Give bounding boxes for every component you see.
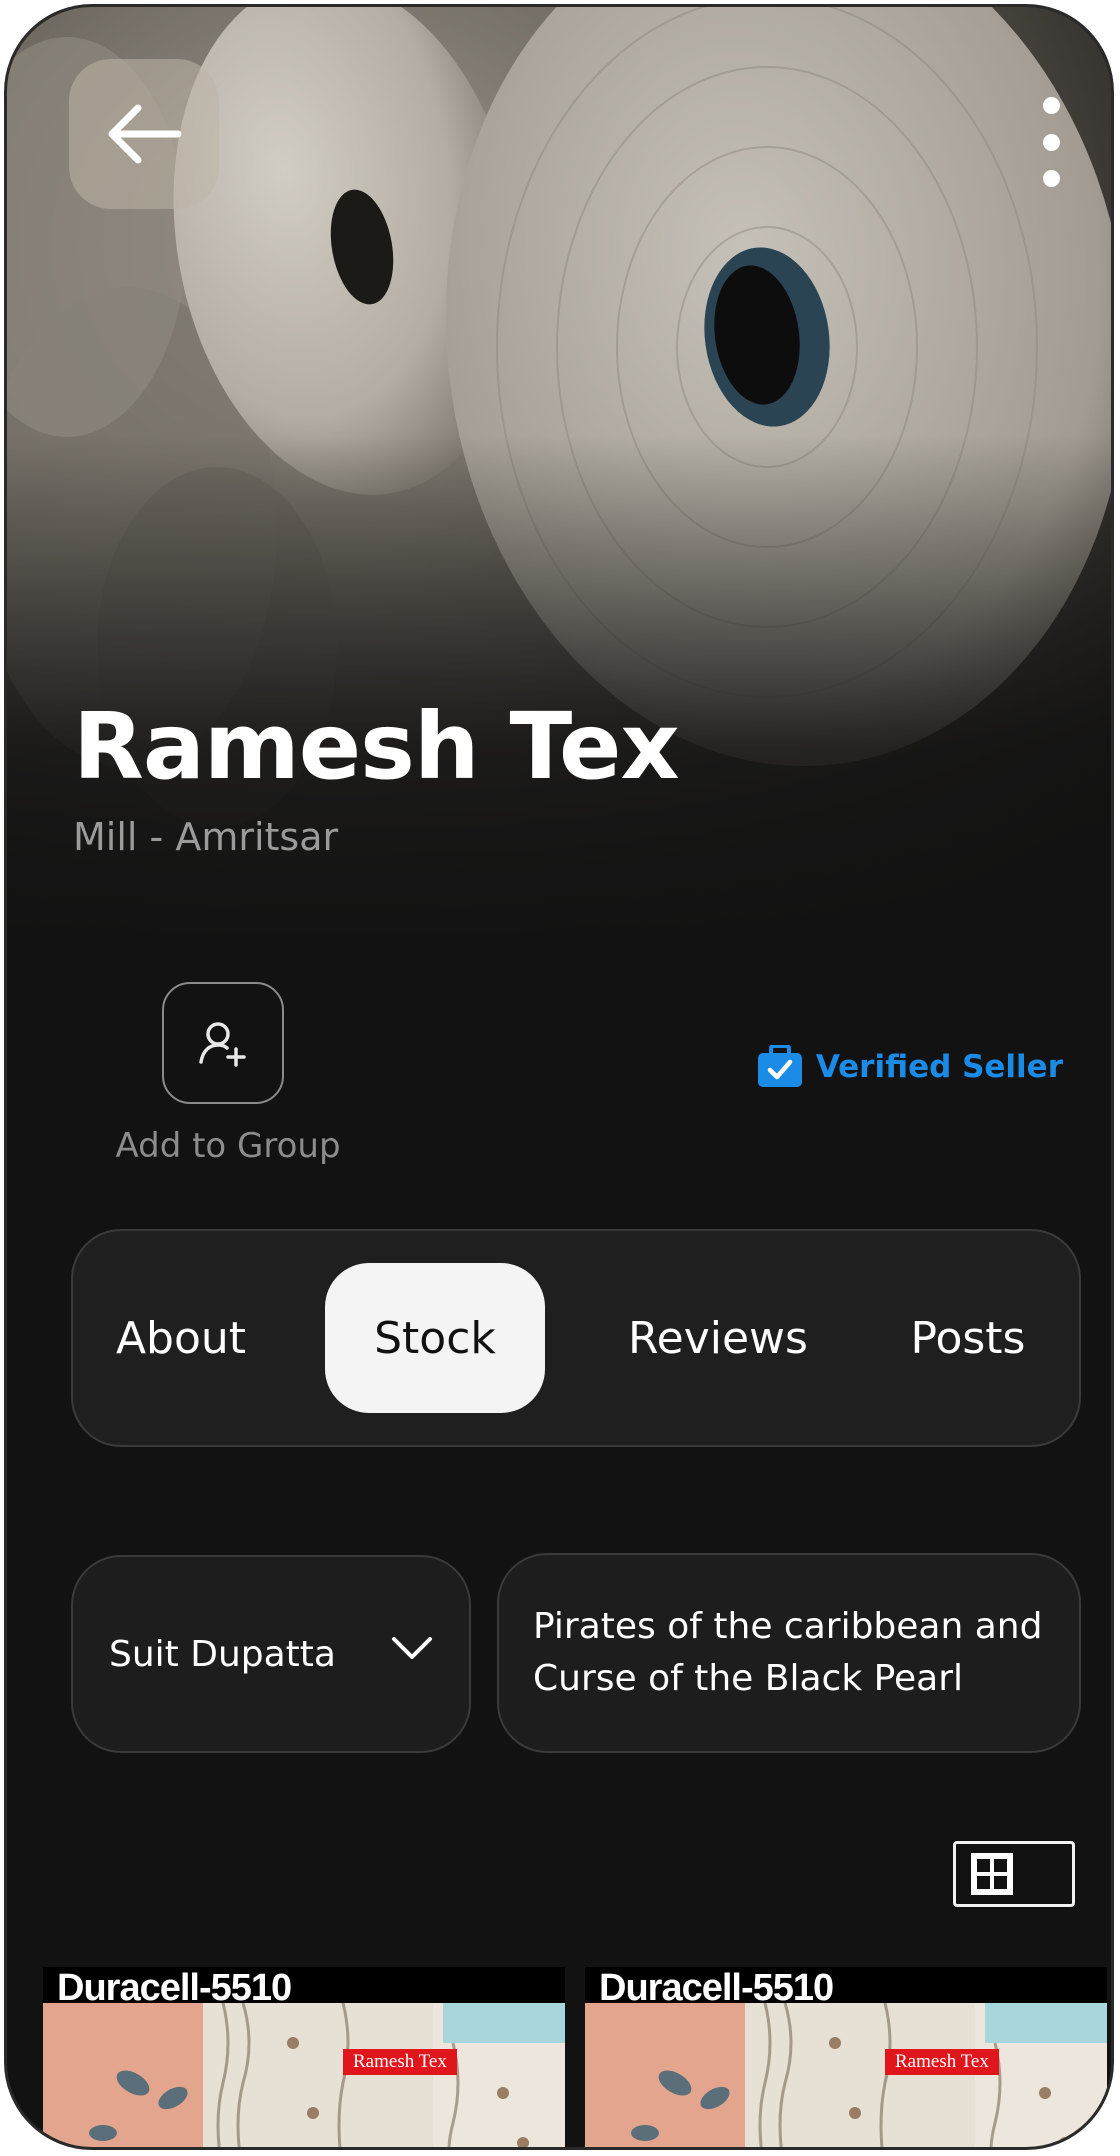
product-code: Duracell-5510 <box>43 1967 565 2009</box>
product-card[interactable]: Duracell-5510 Ramesh Tex <box>43 1967 565 2147</box>
add-to-group-button[interactable]: Add to Group <box>113 982 343 1166</box>
tab-posts[interactable]: Posts <box>888 1263 1048 1413</box>
profile-tabs: About Stock Reviews Posts <box>71 1229 1081 1447</box>
product-code: Duracell-5510 <box>585 1967 1107 2009</box>
product-image <box>43 2003 565 2147</box>
verified-badge-icon <box>757 1045 802 1087</box>
add-to-group-label: Add to Group <box>115 1126 341 1166</box>
category-value: Suit Dupatta <box>109 1633 336 1675</box>
verified-seller-badge: Verified Seller <box>756 1045 1063 1089</box>
chevron-down-icon <box>392 1637 432 1659</box>
design-filter-field[interactable]: Pirates of the caribbean and Curse of th… <box>497 1553 1081 1753</box>
more-vertical-icon <box>1042 97 1060 114</box>
grid-icon <box>971 1853 1013 1895</box>
hero-cover: Ramesh Tex Mill - Amritsar <box>7 7 1111 957</box>
phone-screen: Ramesh Tex Mill - Amritsar Add to Group … <box>4 4 1114 2150</box>
product-card[interactable]: Duracell-5510 Ramesh Tex <box>585 1967 1107 2147</box>
tab-reviews[interactable]: Reviews <box>603 1263 833 1413</box>
product-image <box>585 2003 1107 2147</box>
shop-location: Mill - Amritsar <box>73 815 339 859</box>
verified-seller-label: Verified Seller <box>815 1049 1063 1085</box>
shop-name: Ramesh Tex <box>73 693 680 800</box>
category-dropdown[interactable]: Suit Dupatta <box>71 1555 471 1753</box>
tab-stock[interactable]: Stock <box>325 1263 545 1413</box>
tab-about[interactable]: About <box>101 1263 261 1413</box>
design-filter-value: Pirates of the caribbean and Curse of th… <box>533 1606 1043 1699</box>
user-add-icon <box>199 1022 246 1067</box>
arrow-left-icon <box>108 104 182 164</box>
brand-watermark: Ramesh Tex <box>343 2049 457 2075</box>
grid-view-toggle[interactable] <box>953 1841 1075 1907</box>
more-options-button[interactable] <box>1031 97 1071 187</box>
brand-watermark: Ramesh Tex <box>885 2049 999 2075</box>
back-button[interactable] <box>69 59 219 209</box>
